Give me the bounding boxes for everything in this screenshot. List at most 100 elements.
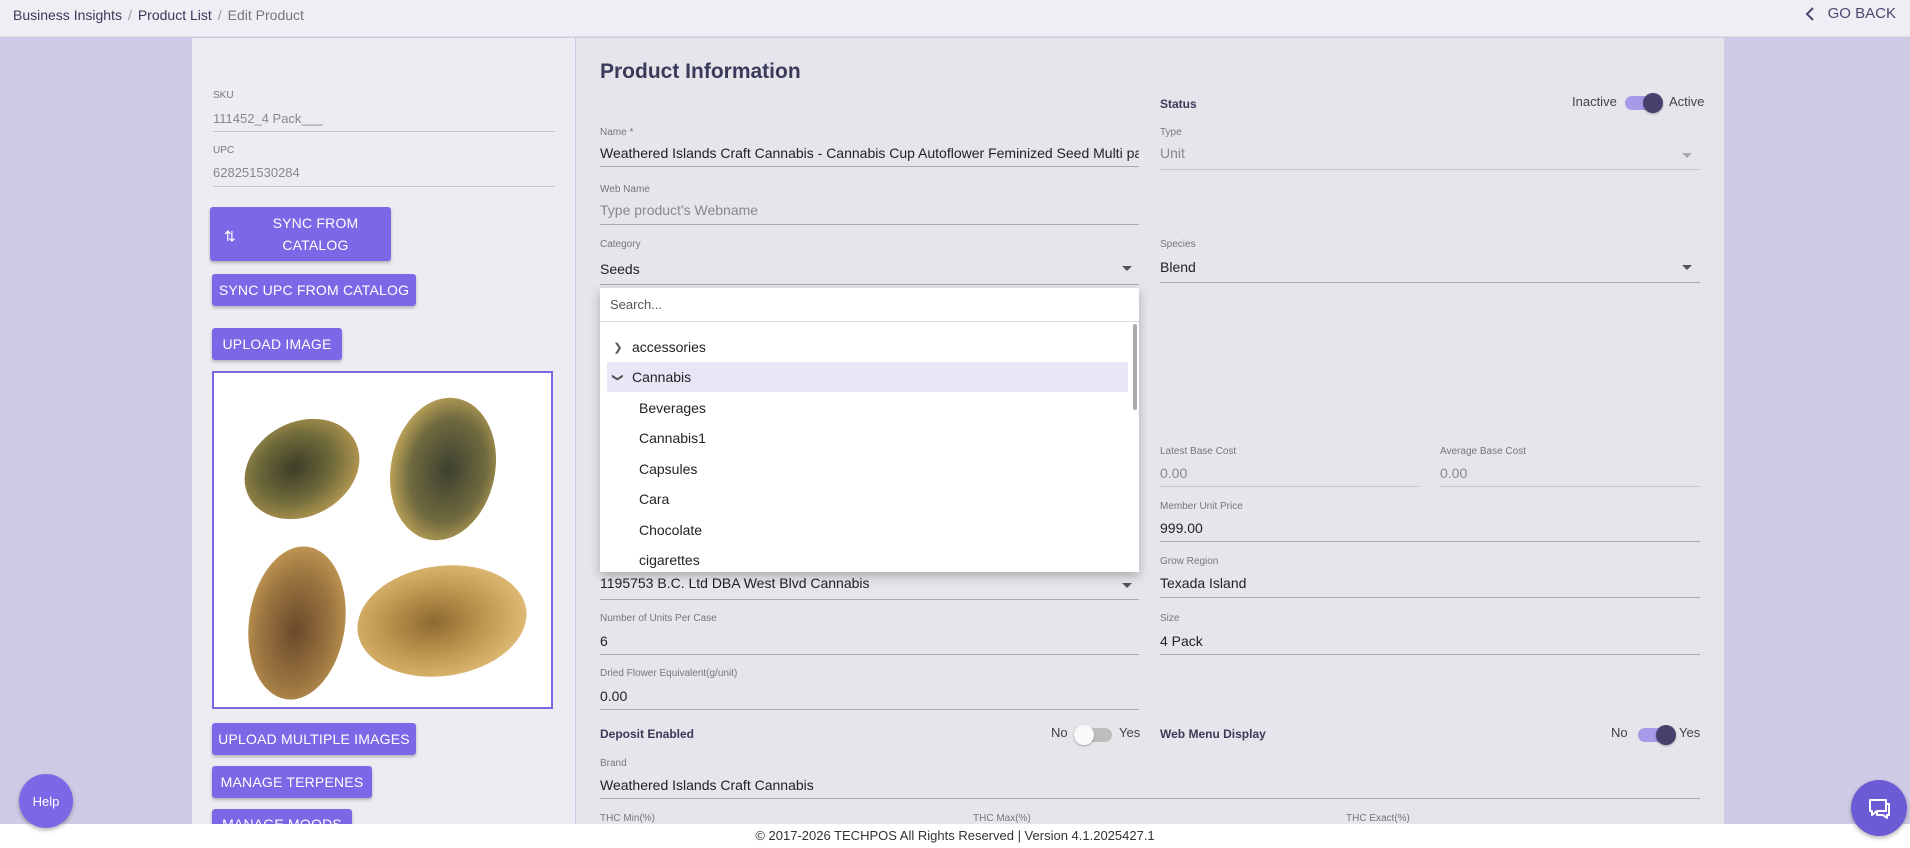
upload-multiple-images-button[interactable]: UPLOAD MULTIPLE IMAGES [212,723,416,755]
type-chevron-down-icon [1682,153,1692,158]
grow-region-label: Grow Region [1160,556,1219,567]
web-menu-display-label: Web Menu Display [1160,727,1266,741]
dropdown-item-beverages[interactable]: Beverages [607,393,1128,423]
type-label: Type [1160,127,1182,138]
brand-field[interactable]: Weathered Islands Craft Cannabis [600,777,814,793]
category-search-placeholder: Search... [610,297,663,312]
brand-underline [600,798,1700,799]
average-base-cost-field[interactable]: 0.00 [1440,465,1467,481]
deposit-yes-label: Yes [1119,725,1141,740]
category-label: Category [600,239,641,250]
dropdown-item-chocolate[interactable]: Chocolate [607,515,1128,545]
average-base-cost-underline [1440,486,1700,487]
go-back-label: GO BACK [1827,5,1896,22]
chat-button[interactable] [1851,780,1907,836]
upc-label: UPC [213,145,235,156]
status-toggle[interactable] [1625,93,1663,113]
category-search-input[interactable]: Search... [600,288,1139,322]
dropdown-item-label: Cannabis [632,369,692,385]
units-per-case-field[interactable]: 6 [600,633,608,649]
thc-exact-label: THC Exact(%) [1346,813,1410,824]
upload-image-button[interactable]: UPLOAD IMAGE [212,328,342,360]
member-unit-price-underline [1160,541,1700,542]
species-label: Species [1160,239,1196,250]
sku-underline [213,131,555,132]
deposit-enabled-label: Deposit Enabled [600,727,695,741]
units-per-case-label: Number of Units Per Case [600,613,717,624]
status-label: Status [1160,97,1197,111]
help-button[interactable]: Help [19,774,73,828]
units-per-case-underline [600,654,1139,655]
latest-base-cost-field[interactable]: 0.00 [1160,465,1187,481]
chevron-left-icon [1805,6,1814,21]
manage-terpenes-button[interactable]: MANAGE TERPENES [212,766,372,798]
toggle-knob [1656,725,1676,745]
breadcrumb-product-list[interactable]: Product List [138,7,212,23]
web-menu-toggle[interactable] [1638,725,1676,745]
size-underline [1160,654,1700,655]
supplier-select[interactable]: 1195753 B.C. Ltd DBA West Blvd Cannabis [600,575,870,591]
dropdown-item-capsules[interactable]: Capsules [607,454,1128,484]
name-underline [600,166,1139,167]
latest-base-cost-underline [1160,486,1419,487]
sync-from-catalog-button[interactable]: ⇅ SYNC FROM CATALOG [210,207,391,261]
dropdown-item-cannabis[interactable]: ❯ Cannabis [607,362,1128,392]
name-label: Name * [600,127,634,138]
web-name-input[interactable]: Type product's Webname [600,202,758,218]
sync-label-line1: SYNC FROM [272,215,359,231]
product-image[interactable] [212,371,553,709]
left-panel: SKU 111452_4 Pack___ UPC 628251530284 ⇅ … [192,38,575,824]
deposit-no-label: No [1051,725,1068,740]
sync-label-line2: CATALOG [282,237,349,253]
breadcrumb-separator: / [217,7,222,23]
go-back-button[interactable]: GO BACK [1802,5,1896,22]
supplier-underline [600,599,1139,600]
breadcrumb-current: Edit Product [227,7,304,23]
dropdown-item-label: Chocolate [639,522,703,538]
sku-field[interactable]: 111452_4 Pack___ [213,111,323,126]
thc-max-label: THC Max(%) [973,813,1031,824]
member-unit-price-field[interactable]: 999.00 [1160,520,1203,536]
dried-flower-field[interactable]: 0.00 [600,688,627,704]
category-underline [600,284,1139,285]
chevron-down-icon[interactable]: ❯ [612,366,625,388]
average-base-cost-label: Average Base Cost [1440,446,1526,457]
dropdown-scrollbar[interactable] [1133,324,1137,410]
dropdown-item-cara[interactable]: Cara [607,484,1128,514]
species-select[interactable]: Blend [1160,259,1196,275]
chevron-right-icon[interactable]: ❯ [607,341,629,354]
sync-icon: ⇅ [224,228,236,244]
status-active-label: Active [1669,94,1705,109]
size-label: Size [1160,613,1180,624]
grow-region-field[interactable]: Texada Island [1160,575,1246,591]
dropdown-item-cigarettes[interactable]: cigarettes [607,545,1128,572]
size-field[interactable]: 4 Pack [1160,633,1203,649]
thc-min-label: THC Min(%) [600,813,655,824]
grow-region-underline [1160,597,1700,598]
dropdown-item-label: accessories [632,339,706,355]
breadcrumb-separator: / [127,7,132,23]
breadcrumb: Business Insights / Product List / Edit … [13,7,304,23]
brand-label: Brand [600,758,627,769]
type-select[interactable]: Unit [1160,145,1185,161]
sync-upc-from-catalog-button[interactable]: SYNC UPC FROM CATALOG [212,274,416,306]
dropdown-item-label: Cannabis1 [639,430,706,446]
seeds-image [244,397,527,700]
breadcrumb-business-insights[interactable]: Business Insights [13,7,122,23]
dropdown-item-accessories[interactable]: ❯ accessories [607,332,1128,362]
species-chevron-down-icon [1682,265,1692,270]
category-select[interactable]: Seeds [600,261,640,277]
manage-moods-button[interactable]: MANAGE MOODS [212,809,352,824]
dropdown-item-label: Beverages [639,400,706,416]
upc-underline [213,186,555,187]
deposit-toggle[interactable] [1074,725,1112,745]
dropdown-item-cannabis1[interactable]: Cannabis1 [607,423,1128,453]
page-title: Product Information [600,60,801,83]
web-name-underline [600,224,1139,225]
web-menu-yes-label: Yes [1679,725,1701,740]
upc-field[interactable]: 628251530284 [213,165,300,180]
footer: © 2017-2026 TECHPOS All Rights Reserved … [0,824,1910,848]
name-field[interactable]: Weathered Islands Craft Cannabis - Canna… [600,145,1139,161]
dropdown-item-label: Capsules [639,461,698,477]
web-menu-no-label: No [1611,725,1628,740]
